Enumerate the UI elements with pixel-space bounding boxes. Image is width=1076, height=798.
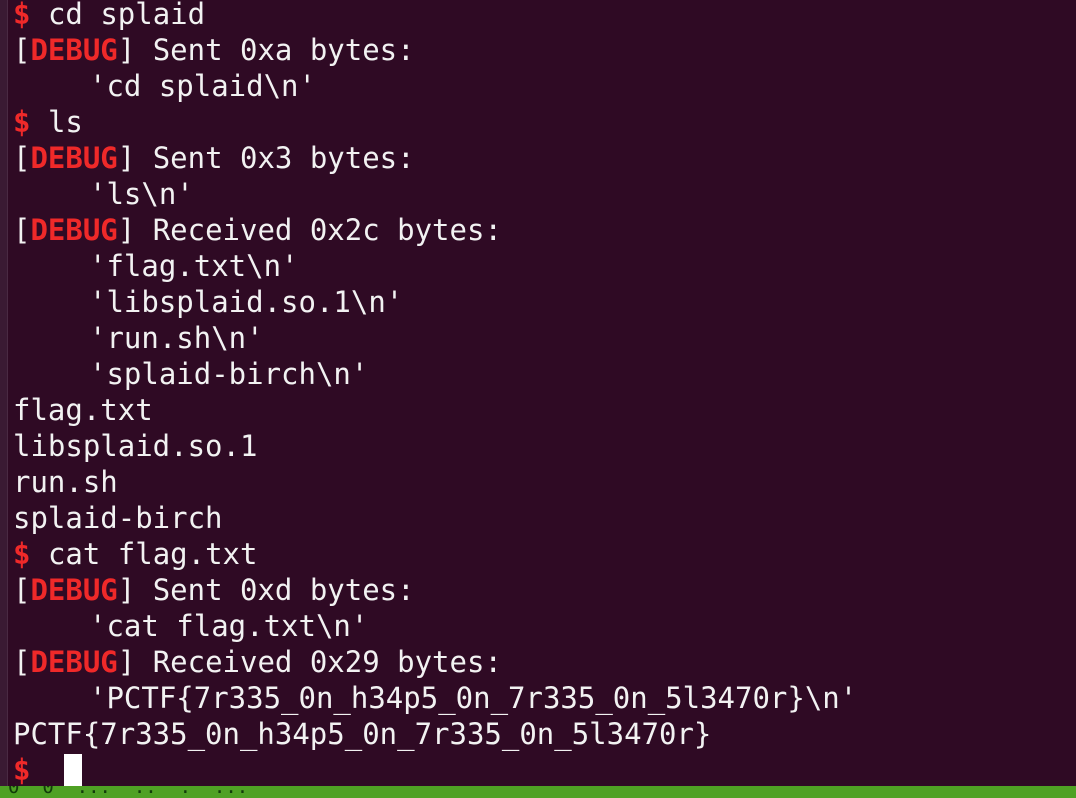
prompt-symbol: $ [13,0,31,31]
debug-payload: 'cd splaid\n' [89,69,316,103]
terminal-line-2: 'cd splaid\n' [13,68,1071,104]
debug-message: Received 0x29 bytes: [135,645,502,679]
debug-label: DEBUG [30,141,118,175]
debug-close-bracket: ] [117,213,136,247]
debug-message: Sent 0x3 bytes: [135,141,415,175]
debug-close-bracket: ] [117,141,136,175]
terminal-line-11: flag.txt [13,392,1071,428]
status-bar: 0 0 ... .. . ... [0,786,1076,798]
command-text: cd splaid [47,0,206,31]
debug-close-bracket: ] [117,645,136,679]
terminal-line-3: $ ls [13,104,1071,140]
terminal-line-12: libsplaid.so.1 [13,428,1071,464]
terminal-line-20: PCTF{7r335_0n_h34p5_0n_7r335_0n_5l3470r} [13,716,1071,752]
debug-message: Received 0x2c bytes: [135,213,502,247]
terminal-line-10: 'splaid-birch\n' [13,356,1071,392]
terminal-line-0: $ cd splaid [13,0,1071,32]
terminal-line-19: 'PCTF{7r335_0n_h34p5_0n_7r335_0n_5l3470r… [13,680,1071,716]
debug-open-bracket: [ [13,645,31,679]
debug-label: DEBUG [30,33,118,67]
debug-message: Sent 0xd bytes: [135,573,415,607]
terminal-line-17: 'cat flag.txt\n' [13,608,1071,644]
terminal-line-8: 'libsplaid.so.1\n' [13,284,1071,320]
terminal-line-16: [DEBUG] Sent 0xd bytes: [13,572,1071,608]
command-output: flag.txt [13,393,153,427]
terminal-line-14: splaid-birch [13,500,1071,536]
terminal-line-4: [DEBUG] Sent 0x3 bytes: [13,140,1071,176]
command-text: ls [47,105,83,139]
debug-payload: 'run.sh\n' [89,321,264,355]
terminal-line-6: [DEBUG] Received 0x2c bytes: [13,212,1071,248]
debug-close-bracket: ] [117,573,136,607]
status-bar-text: 0 0 ... .. . ... [8,786,249,798]
debug-open-bracket: [ [13,141,31,175]
debug-payload: 'ls\n' [89,177,194,211]
terminal-line-13: run.sh [13,464,1071,500]
command-output: run.sh [13,465,118,499]
debug-label: DEBUG [30,213,118,247]
debug-payload: 'PCTF{7r335_0n_h34p5_0n_7r335_0n_5l3470r… [89,681,858,715]
terminal-window[interactable]: $ cd splaid [DEBUG] Sent 0xa bytes:'cd sp… [0,0,1076,798]
terminal-line-7: 'flag.txt\n' [13,248,1071,284]
debug-close-bracket: ] [117,33,136,67]
debug-open-bracket: [ [13,33,31,67]
debug-payload: 'cat flag.txt\n' [89,609,369,643]
debug-message: Sent 0xa bytes: [135,33,415,67]
debug-open-bracket: [ [13,213,31,247]
terminal-line-9: 'run.sh\n' [13,320,1071,356]
debug-label: DEBUG [30,573,118,607]
debug-open-bracket: [ [13,573,31,607]
command-output: PCTF{7r335_0n_h34p5_0n_7r335_0n_5l3470r} [13,717,712,751]
prompt-symbol: $ [13,105,31,139]
prompt-symbol: $ [13,753,31,787]
prompt-symbol: $ [13,537,31,571]
terminal-line-5: 'ls\n' [13,176,1071,212]
debug-payload: 'libsplaid.so.1\n' [89,285,404,319]
terminal-line-15: $ cat flag.txt [13,536,1071,572]
command-text: cat flag.txt [47,537,258,571]
debug-label: DEBUG [30,645,118,679]
terminal-left-border [0,0,8,786]
command-output: libsplaid.so.1 [13,429,258,463]
command-output: splaid-birch [13,501,223,535]
text-cursor[interactable] [63,753,82,787]
terminal-output[interactable]: $ cd splaid [DEBUG] Sent 0xa bytes:'cd sp… [13,0,1071,788]
terminal-line-18: [DEBUG] Received 0x29 bytes: [13,644,1071,680]
debug-payload: 'flag.txt\n' [89,249,299,283]
terminal-line-1: [DEBUG] Sent 0xa bytes: [13,32,1071,68]
debug-payload: 'splaid-birch\n' [89,357,369,391]
terminal-line-21: $ [13,752,1071,788]
